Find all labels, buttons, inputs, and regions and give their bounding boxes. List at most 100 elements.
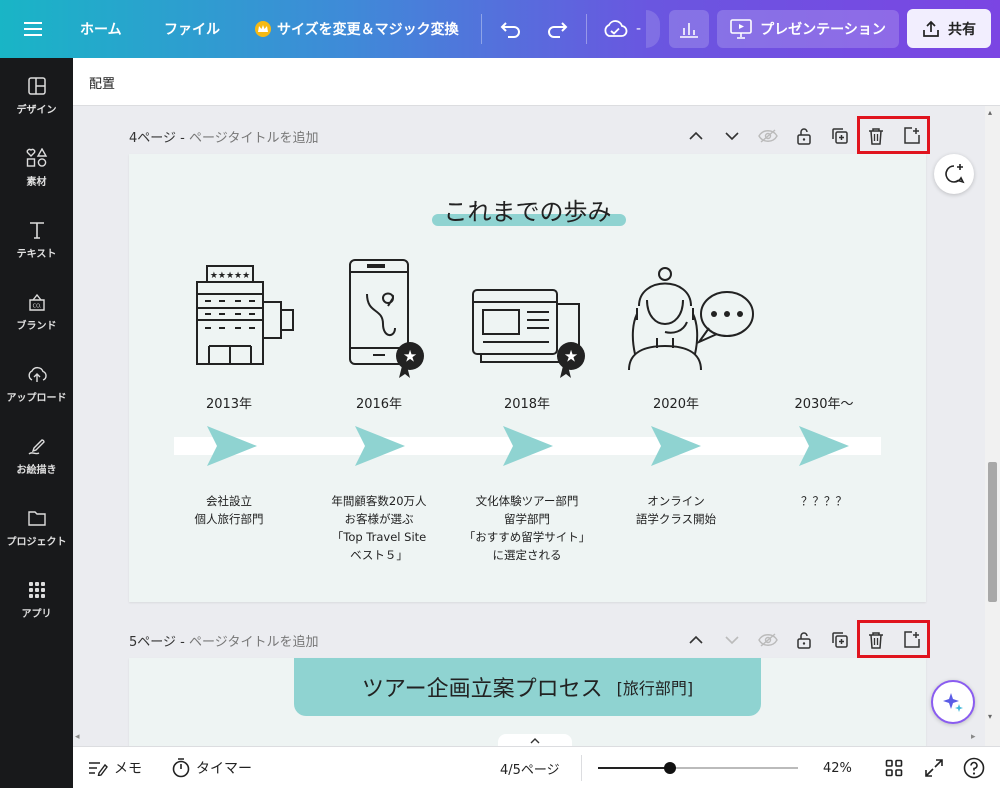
- undo-icon[interactable]: [500, 0, 522, 58]
- milestone-description: 文化体験ツアー部門 留学部門 「おすすめ留学サイト」 に選定される: [463, 494, 591, 562]
- magic-assistant-button[interactable]: [931, 680, 975, 724]
- lock-page-icon[interactable]: [790, 626, 818, 654]
- chevron-up-icon: [530, 738, 540, 744]
- sidebar-item-projects[interactable]: プロジェクト: [0, 496, 73, 558]
- sidebar-item-label: アップロード: [6, 392, 67, 404]
- duplicate-page-icon[interactable]: [826, 626, 854, 654]
- share-button[interactable]: 共有: [907, 9, 991, 48]
- lock-page-icon[interactable]: [790, 122, 818, 150]
- slide-5-title: ツアー企画立案プロセス: [361, 677, 603, 702]
- redo-icon[interactable]: [546, 0, 568, 58]
- timer-icon: [172, 758, 190, 778]
- page-5-label: 5ページ - ページタイトルを追加: [129, 631, 318, 650]
- vertical-scrollbar[interactable]: ▴ ▾: [985, 106, 1000, 746]
- notes-button[interactable]: メモ: [88, 747, 142, 788]
- menu-icon[interactable]: [24, 0, 42, 58]
- present-icon: [730, 19, 752, 39]
- sparkle-icon: [943, 693, 963, 712]
- slide-title: これまでの歩み: [443, 198, 612, 226]
- resize-magic-label: サイズを変更＆マジック変換: [277, 22, 459, 38]
- smartphone-map-icon: ★: [349, 259, 424, 378]
- svg-text:CO.: CO.: [32, 303, 41, 309]
- slide-page-5[interactable]: ツアー企画立案プロセス [旅行部門]: [129, 658, 926, 746]
- hide-page-icon[interactable]: [754, 122, 782, 150]
- resize-magic-button[interactable]: サイズを変更＆マジック変換: [255, 0, 459, 58]
- milestone-year: 2016年: [355, 397, 403, 412]
- add-comment-button[interactable]: [934, 154, 974, 194]
- scrollbar-thumb[interactable]: [988, 462, 997, 602]
- share-label: 共有: [948, 21, 976, 38]
- insights-button[interactable]: [669, 10, 709, 48]
- editor-window: ホーム ファイル サイズを変更＆マジック変換 - プレゼンテーション 共有 デザ…: [0, 0, 1000, 788]
- sidebar-item-label: プロジェクト: [6, 536, 67, 548]
- comment-plus-icon: [945, 164, 965, 184]
- sidebar-item-label: ブランド: [16, 320, 57, 332]
- file-menu-button[interactable]: ファイル: [164, 0, 220, 58]
- scroll-right-icon[interactable]: ▸: [971, 732, 976, 742]
- bottom-toolbar: メモ タイマー 4/5ページ 42%: [73, 746, 1000, 788]
- chart-icon: [680, 23, 698, 38]
- page-4-number: 4ページ -: [129, 131, 189, 146]
- milestone-year: 2020年: [652, 397, 700, 412]
- cloud-status-dash: -: [636, 21, 642, 37]
- help-icon[interactable]: [963, 747, 985, 788]
- expand-pages-handle[interactable]: [498, 734, 572, 746]
- timeline-arrow-2: [355, 426, 405, 466]
- sidebar-item-draw[interactable]: お絵描き: [0, 424, 73, 486]
- support-operator-icon: [628, 267, 754, 370]
- move-page-down-icon[interactable]: [718, 122, 746, 150]
- web-browser-award-icon: ★: [472, 289, 585, 378]
- scroll-down-icon[interactable]: ▾: [988, 712, 992, 721]
- upload-icon: [26, 363, 48, 385]
- milestone-year: 2018年: [503, 397, 551, 412]
- hide-page-icon[interactable]: [754, 626, 782, 654]
- timeline-arrow-3: [503, 426, 553, 466]
- svg-text:★★★★★: ★★★★★: [210, 271, 250, 281]
- move-page-down-icon[interactable]: [718, 626, 746, 654]
- position-button[interactable]: 配置: [89, 73, 115, 92]
- page-4-title-input[interactable]: ページタイトルを追加: [189, 131, 318, 146]
- shapes-icon: [26, 147, 48, 169]
- hotel-building-icon: ★★★★★: [196, 265, 294, 365]
- home-button[interactable]: ホーム: [80, 0, 122, 58]
- duplicate-page-icon[interactable]: [826, 122, 854, 150]
- canvas-area: 4ページ - ページタイトルを追加 これまでの歩み ★★★★★ ★ ★ 2013…: [73, 106, 985, 746]
- scroll-left-icon[interactable]: ◂: [75, 732, 80, 742]
- timer-button[interactable]: タイマー: [172, 747, 252, 788]
- folder-icon: [26, 507, 48, 529]
- zoom-slider-handle[interactable]: [664, 762, 676, 774]
- chevron-right-overflow[interactable]: [646, 10, 660, 48]
- timeline-arrow-1: [207, 426, 257, 466]
- timer-label: タイマー: [196, 761, 252, 777]
- sidebar-item-label: アプリ: [21, 608, 52, 620]
- sidebar-item-apps[interactable]: アプリ: [0, 568, 73, 630]
- milestone-year: 2030年～: [794, 397, 854, 412]
- move-page-up-icon[interactable]: [682, 122, 710, 150]
- scroll-up-icon[interactable]: ▴: [988, 108, 992, 117]
- present-button[interactable]: プレゼンテーション: [717, 10, 899, 48]
- milestone-description: ？？？？: [801, 494, 847, 508]
- fullscreen-icon[interactable]: [925, 747, 943, 788]
- sidebar-item-elements[interactable]: 素材: [0, 136, 73, 198]
- slide-page-4[interactable]: これまでの歩み ★★★★★ ★ ★ 2013年 2016年 2018年 2020…: [129, 154, 926, 602]
- slide-5-subtitle: [旅行部門]: [616, 679, 694, 698]
- text-icon: [26, 219, 48, 241]
- zoom-percentage[interactable]: 42%: [823, 747, 852, 788]
- sidebar-item-design[interactable]: デザイン: [0, 64, 73, 126]
- page-indicator[interactable]: 4/5ページ: [500, 747, 560, 788]
- grid-view-icon[interactable]: [885, 747, 903, 788]
- sidebar-item-label: 素材: [26, 176, 47, 188]
- sidebar-item-label: テキスト: [16, 248, 57, 260]
- sidebar-item-text[interactable]: テキスト: [0, 208, 73, 270]
- svg-text:★: ★: [564, 347, 578, 366]
- page-5-title-input[interactable]: ページタイトルを追加: [189, 635, 318, 650]
- page-4-label: 4ページ - ページタイトルを追加: [129, 127, 318, 146]
- sidebar-item-brand[interactable]: CO. ブランド: [0, 280, 73, 342]
- zoom-slider-fill: [598, 767, 670, 769]
- svg-text:★: ★: [403, 347, 417, 366]
- sidebar-item-label: お絵描き: [16, 464, 57, 476]
- cloud-save-status[interactable]: -: [602, 0, 641, 58]
- crown-icon: [255, 21, 271, 37]
- sidebar-item-upload[interactable]: アップロード: [0, 352, 73, 414]
- move-page-up-icon[interactable]: [682, 626, 710, 654]
